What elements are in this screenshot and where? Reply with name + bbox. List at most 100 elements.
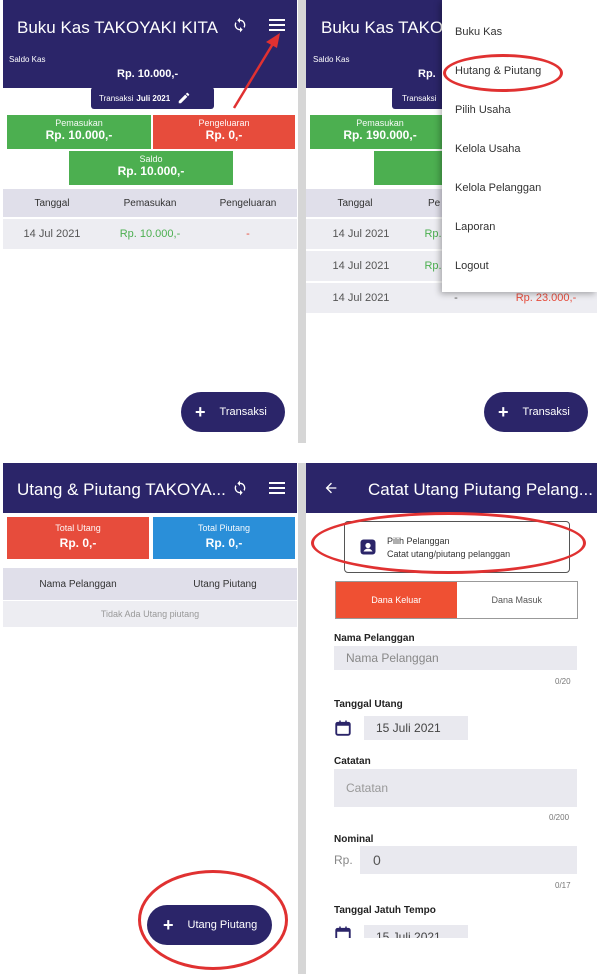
month-value: Juli 2021 — [136, 93, 171, 103]
pemasukan-label: Pemasukan — [55, 118, 103, 128]
row-pemasukan: Rp. 10.000,- — [119, 228, 181, 240]
nama-pelanggan-label: Nama Pelanggan — [334, 633, 415, 644]
menu-item-kelola-pelanggan[interactable]: Kelola Pelanggan — [442, 170, 597, 206]
pengeluaran-label: Pengeluaran — [198, 118, 250, 128]
total-piutang-value: Rp. 0,- — [205, 536, 243, 550]
table-header: Nama Pelanggan Utang Piutang — [3, 568, 297, 600]
fab-label: Transaksi — [219, 406, 267, 418]
screen-buku-kas: Buku Kas TAKOYAKI KITA Saldo Kas Rp. 10.… — [3, 0, 297, 442]
pilih-pelanggan-card[interactable]: Pilih Pelanggan Catat utang/piutang pela… — [344, 521, 570, 573]
page-title: Buku Kas TAKOYAKI KITA — [17, 18, 218, 37]
app-bar: Utang & Piutang TAKOYA... — [3, 463, 297, 513]
calendar-icon — [335, 720, 351, 736]
column-header: Tanggal — [337, 197, 373, 209]
page-title: Buku Kas TAKOY — [321, 18, 455, 37]
nominal-label: Nominal — [334, 834, 374, 845]
plus-icon: + — [195, 401, 206, 422]
pilih-pelanggan-title: Pilih Pelanggan — [387, 536, 450, 546]
month-prefix: Transaksi — [99, 93, 134, 103]
pencil-icon — [178, 92, 190, 104]
plus-icon: + — [163, 914, 174, 935]
tanggal-utang-input[interactable]: 15 Juli 2021 — [364, 716, 468, 740]
screen-catat-utang-piutang: Catat Utang Piutang Pelang... Pilih Pela… — [306, 463, 597, 938]
dana-toggle: Dana Keluar Dana Masuk — [335, 581, 578, 619]
divider — [0, 443, 597, 463]
total-utang-value: Rp. 0,- — [59, 536, 97, 550]
saldo-kas-value: Rp. — [418, 68, 436, 80]
pilih-pelanggan-subtitle: Catat utang/piutang pelanggan — [387, 549, 511, 559]
divider — [298, 0, 306, 974]
overflow-menu: Buku Kas Hutang & Piutang Pilih Usaha Ke… — [442, 0, 597, 292]
pengeluaran-value: Rp. 0,- — [205, 128, 243, 142]
pemasukan-card: Pemasukan Rp. 10.000,- — [7, 115, 151, 149]
month-selector[interactable]: Transaksi Juli 2021 — [91, 87, 214, 109]
saldo-card: Saldo Rp. 10.000,- — [69, 151, 233, 185]
plus-icon: + — [498, 401, 509, 422]
add-utang-piutang-button[interactable]: + Utang Piutang — [147, 905, 272, 945]
fab-label: Transaksi — [522, 406, 570, 418]
app-bar: Catat Utang Piutang Pelang... — [306, 463, 597, 513]
add-transaksi-button[interactable]: + Transaksi — [181, 392, 285, 432]
menu-icon[interactable] — [266, 477, 288, 499]
menu-item-pilih-usaha[interactable]: Pilih Usaha — [442, 92, 597, 128]
catatan-counter: 0/200 — [549, 813, 570, 822]
row-pengeluaran: - — [246, 228, 250, 240]
menu-item-logout[interactable]: Logout — [442, 248, 597, 284]
pemasukan-value: Rp. 10.000,- — [45, 128, 113, 142]
nominal-prefix: Rp. — [334, 853, 353, 867]
empty-state: Tidak Ada Utang piutang — [3, 601, 297, 627]
column-header: Pemasukan — [123, 197, 177, 209]
nominal-input[interactable]: 0 — [360, 846, 577, 874]
nama-pelanggan-input[interactable]: Nama Pelanggan — [334, 646, 577, 670]
menu-item-buku-kas[interactable]: Buku Kas — [442, 14, 597, 50]
app-bar: Buku Kas TAKOYAKI KITA Saldo Kas Rp. 10.… — [3, 0, 297, 88]
pemasukan-label: Pemasukan — [356, 118, 404, 128]
page-title: Catat Utang Piutang Pelang... — [368, 480, 593, 499]
contact-icon — [360, 539, 376, 555]
menu-item-kelola-usaha[interactable]: Kelola Usaha — [442, 131, 597, 167]
catatan-label: Catatan — [334, 756, 371, 767]
menu-item-laporan[interactable]: Laporan — [442, 209, 597, 245]
row-tanggal: 14 Jul 2021 — [332, 260, 390, 272]
pemasukan-value: Rp. 190.000,- — [343, 128, 417, 142]
pengeluaran-card: Pengeluaran Rp. 0,- — [153, 115, 295, 149]
calendar-icon — [335, 926, 351, 938]
tab-dana-masuk[interactable]: Dana Masuk — [456, 582, 577, 618]
total-utang-label: Total Utang — [55, 523, 101, 533]
sync-icon[interactable] — [229, 477, 251, 499]
column-header: Pengeluaran — [219, 197, 277, 209]
pemasukan-card: Pemasukan Rp. 190.000,- — [310, 115, 450, 149]
sync-icon[interactable] — [229, 14, 251, 36]
tab-dana-keluar[interactable]: Dana Keluar — [336, 582, 457, 618]
month-prefix: Transaksi — [402, 93, 437, 103]
saldo-kas-value: Rp. 10.000,- — [117, 68, 179, 80]
nama-counter: 0/20 — [555, 677, 571, 686]
row-tanggal: 14 Jul 2021 — [332, 228, 390, 240]
catatan-input[interactable]: Catatan — [334, 769, 577, 807]
screen-utang-piutang: Utang & Piutang TAKOYA... Total Utang Rp… — [3, 463, 297, 974]
row-tanggal: 14 Jul 2021 — [332, 292, 390, 304]
table-row[interactable]: 14 Jul 2021 Rp. 10.000,- - — [3, 219, 297, 249]
column-header: Nama Pelanggan — [39, 578, 117, 590]
menu-item-hutang-piutang[interactable]: Hutang & Piutang — [442, 53, 597, 89]
saldo-label: Saldo — [139, 154, 163, 164]
tanggal-utang-label: Tanggal Utang — [334, 699, 403, 710]
menu-icon[interactable] — [266, 14, 288, 36]
saldo-kas-label: Saldo Kas — [313, 55, 350, 64]
column-header: Utang Piutang — [193, 578, 257, 590]
total-piutang-label: Total Piutang — [197, 523, 251, 533]
back-arrow-icon[interactable] — [320, 477, 342, 499]
page-title: Utang & Piutang TAKOYA... — [17, 480, 226, 499]
total-piutang-card: Total Piutang Rp. 0,- — [153, 517, 295, 559]
nominal-counter: 0/17 — [555, 881, 571, 890]
add-transaksi-button[interactable]: + Transaksi — [484, 392, 588, 432]
screen-buku-kas-menu: Buku Kas TAKOY Saldo Kas Rp. Transaksi P… — [306, 0, 597, 442]
jatuh-tempo-label: Tanggal Jatuh Tempo — [334, 905, 436, 916]
saldo-value: Rp. 10.000,- — [117, 164, 185, 178]
row-tanggal: 14 Jul 2021 — [23, 228, 81, 240]
saldo-kas-label: Saldo Kas — [9, 55, 46, 64]
column-header: Tanggal — [34, 197, 70, 209]
jatuh-tempo-input[interactable]: 15 Juli 2021 — [364, 925, 468, 938]
table-header: Tanggal Pemasukan Pengeluaran — [3, 189, 297, 217]
total-utang-card: Total Utang Rp. 0,- — [7, 517, 149, 559]
